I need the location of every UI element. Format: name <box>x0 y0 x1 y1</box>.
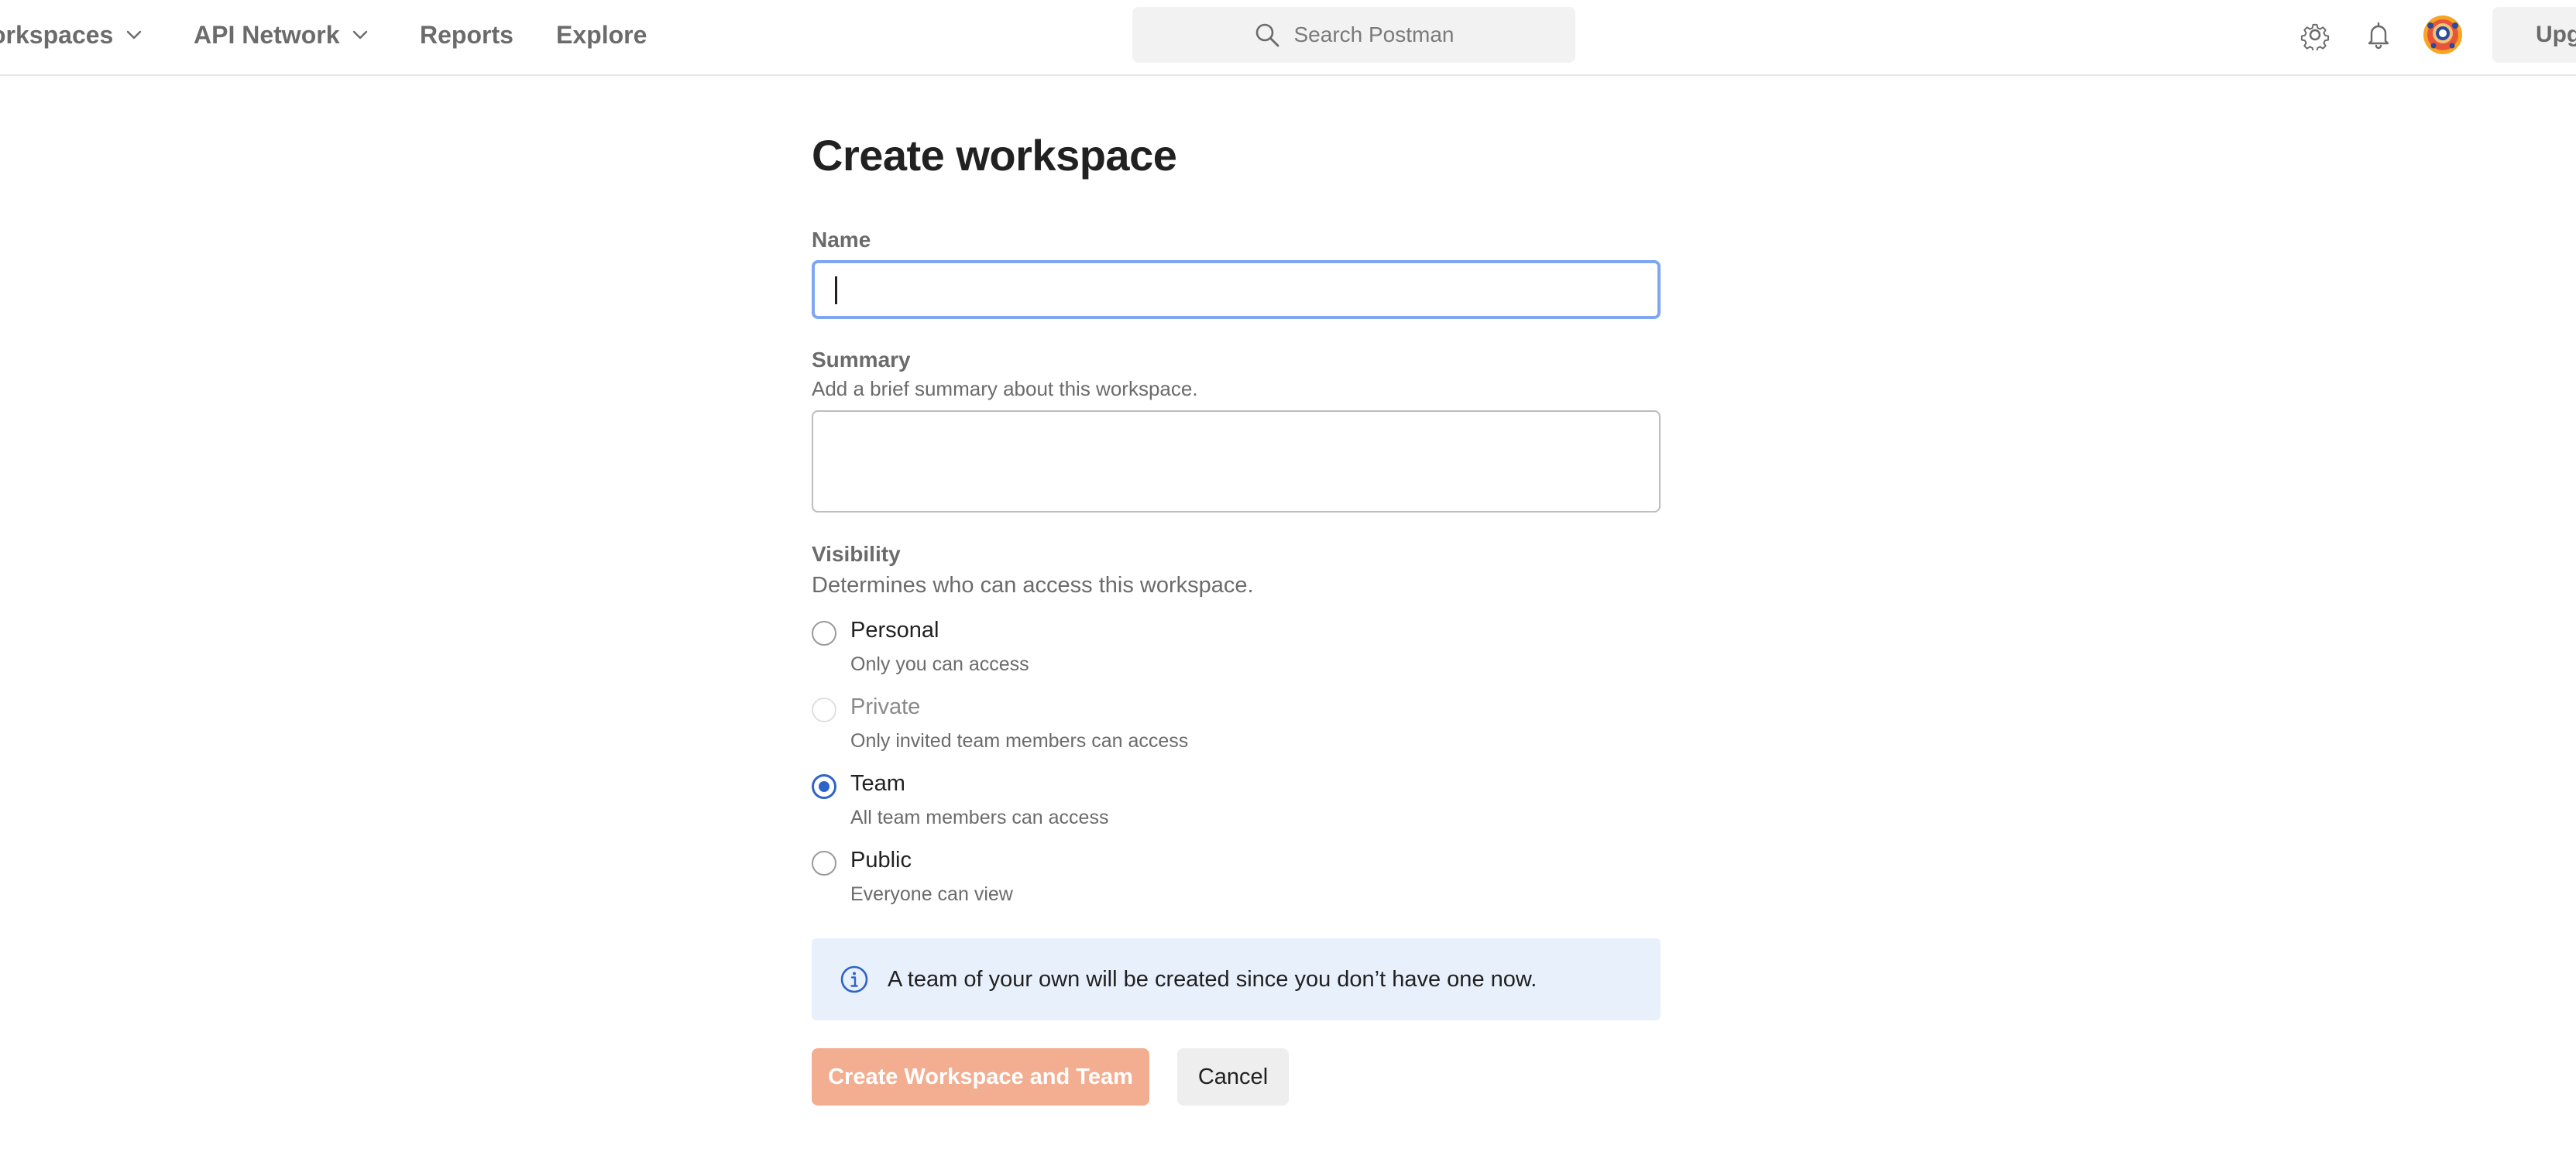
text-caret <box>835 276 837 304</box>
gear-icon <box>2300 23 2330 50</box>
radio-personal[interactable] <box>812 621 836 646</box>
create-workspace-and-team-button[interactable]: Create Workspace and Team <box>812 1048 1149 1106</box>
info-icon <box>840 965 868 993</box>
option-description: Only invited team members can access <box>850 730 1189 752</box>
summary-input[interactable] <box>812 410 1661 513</box>
upgrade-label: Upgr <box>2536 22 2576 47</box>
cancel-button[interactable]: Cancel <box>1177 1048 1289 1106</box>
option-title: Public <box>850 848 912 873</box>
info-text: A team of your own will be created since… <box>888 966 1537 992</box>
search-placeholder: Search Postman <box>1293 22 1455 46</box>
search-bar[interactable]: Search Postman <box>1132 7 1575 63</box>
visibility-help-text: Determines who can access this workspace… <box>812 573 1254 598</box>
option-title: Team <box>850 771 905 796</box>
visibility-label: Visibility <box>812 542 901 566</box>
nav-explore-label: Explore <box>556 20 647 49</box>
nav-reports[interactable]: Reports <box>420 19 513 51</box>
nav-api-network-label: API Network <box>194 20 340 49</box>
visibility-option-team[interactable]: Team All team members can access <box>812 771 1354 842</box>
option-description: All team members can access <box>850 807 1109 828</box>
page-title: Create workspace <box>812 131 1177 180</box>
nav-explore[interactable]: Explore <box>556 19 647 51</box>
search-icon <box>1255 23 1279 47</box>
nav-workspaces-label: orkspaces <box>0 20 114 49</box>
visibility-option-private: Private Only invited team members can ac… <box>812 694 1354 766</box>
avatar-icon[interactable] <box>2423 15 2463 55</box>
visibility-option-personal[interactable]: Personal Only you can access <box>812 618 1354 689</box>
chevron-down-icon <box>353 30 368 39</box>
name-label: Name <box>812 228 871 252</box>
nav-api-network[interactable]: API Network <box>194 19 369 51</box>
summary-help-text: Add a brief summary about this workspace… <box>812 377 1198 400</box>
name-input[interactable] <box>812 260 1661 319</box>
notifications-button[interactable] <box>2361 17 2396 53</box>
settings-button[interactable] <box>2297 17 2333 53</box>
radio-team[interactable] <box>812 774 836 799</box>
top-navigation-bar: orkspaces API Network Reports Explore Se… <box>0 0 2576 76</box>
visibility-option-public[interactable]: Public Everyone can view <box>812 848 1354 919</box>
upgrade-button[interactable]: Upgr <box>2492 7 2576 63</box>
nav-reports-label: Reports <box>420 20 513 49</box>
option-description: Everyone can view <box>850 883 1013 905</box>
chevron-down-icon <box>127 30 142 39</box>
option-title: Private <box>850 694 921 719</box>
radio-private <box>812 698 836 722</box>
info-banner: A team of your own will be created since… <box>812 938 1661 1020</box>
option-description: Only you can access <box>850 653 1029 675</box>
option-title: Personal <box>850 618 939 643</box>
summary-label: Summary <box>812 348 911 372</box>
nav-workspaces[interactable]: orkspaces <box>0 19 143 51</box>
bell-icon <box>2368 22 2389 50</box>
radio-public[interactable] <box>812 851 836 876</box>
